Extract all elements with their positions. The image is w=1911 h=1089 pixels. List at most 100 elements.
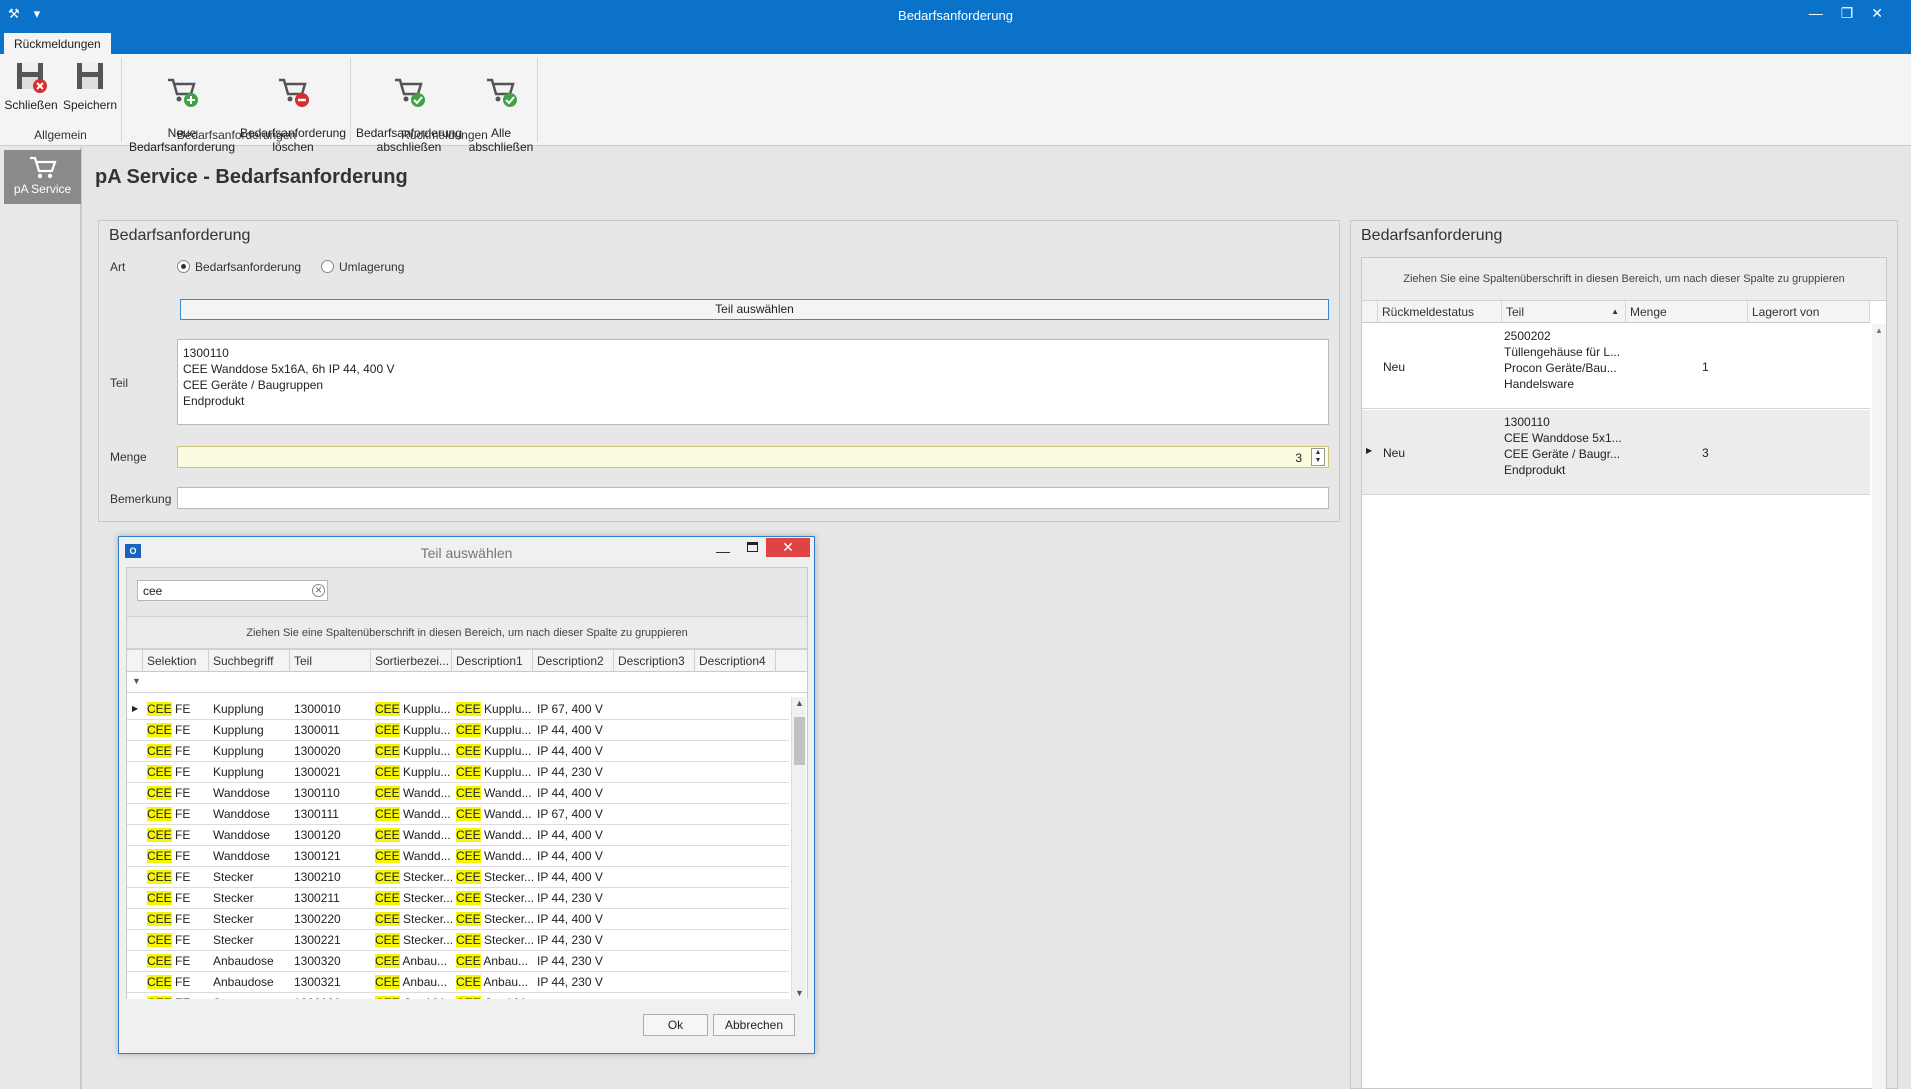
table-row[interactable]: CEE FE Anbaudose 1300320 CEE Anbau... CEE An… xyxy=(127,951,789,972)
search-highlight: CEE xyxy=(375,849,400,863)
scroll-down-icon[interactable]: ▼ xyxy=(795,988,804,998)
minimize-icon[interactable]: — xyxy=(716,543,730,559)
search-highlight: CEE xyxy=(456,765,481,779)
table-row[interactable]: CEE FE Wanddose 1300110 CEE Wandd... CEE Wan… xyxy=(127,783,789,804)
radio-bedarfsanforderung[interactable] xyxy=(177,260,190,273)
search-input[interactable]: cee ✕ xyxy=(137,580,328,601)
filter-row[interactable]: ▼ xyxy=(127,673,807,693)
vertical-scrollbar[interactable]: ▲ xyxy=(1872,324,1886,1089)
table-cell: CEE Kupplu... xyxy=(375,702,451,716)
panel-title: Bedarfsanforderung xyxy=(109,227,251,244)
table-row[interactable]: Neu 2500202 Tüllengehäuse für L... Proco… xyxy=(1362,324,1870,409)
column-header[interactable]: Description2 xyxy=(533,650,614,672)
table-row[interactable]: CEE FE Set 1330000 CEE-Set 16A CEE-Set 16A xyxy=(127,993,789,999)
table-cell: CEE FE xyxy=(147,723,191,737)
row-indicator-header xyxy=(1362,301,1378,323)
table-cell: CEE Wandd... xyxy=(375,828,451,842)
scroll-up-icon[interactable]: ▲ xyxy=(795,698,804,708)
table-cell: CEE FE xyxy=(147,849,191,863)
search-highlight: CEE xyxy=(375,828,400,842)
table-cell: CEE FE xyxy=(147,891,191,905)
table-cell: CEE FE xyxy=(147,786,191,800)
ribbon: Schließen Speichern Allgemein Neue Bedar… xyxy=(0,54,1911,154)
column-header[interactable]: Description3 xyxy=(614,650,695,672)
radio-bedarfsanforderung-label: Bedarfsanforderung xyxy=(195,260,302,274)
table-cell: 1300211 xyxy=(294,891,340,905)
search-highlight: CEE xyxy=(456,849,481,863)
column-header[interactable]: Teil ▲ xyxy=(1502,301,1626,323)
scroll-up-icon[interactable]: ▲ xyxy=(1875,326,1883,335)
table-cell: CEE FE xyxy=(147,828,191,842)
table-row[interactable]: CEE FE Kupplung 1300021 CEE Kupplu... CEE Ku… xyxy=(127,762,789,783)
table-cell: IP 44, 230 V xyxy=(537,975,603,989)
spinner-arrows-icon[interactable]: ▲ ▼ xyxy=(1311,448,1325,466)
close-icon[interactable]: ✕ xyxy=(766,538,810,557)
table-row[interactable]: CEE FE Stecker 1300210 CEE Stecker... CEE St… xyxy=(127,867,789,888)
table-cell: IP 44, 230 V xyxy=(537,954,603,968)
column-header[interactable]: Rückmeldestatus xyxy=(1378,301,1502,323)
nav-item-pa-service[interactable]: pA Service xyxy=(4,150,81,204)
table-cell: IP 44, 400 V xyxy=(537,744,603,758)
column-header[interactable]: Suchbegriff xyxy=(209,650,290,672)
table-row[interactable]: CEE FE Anbaudose 1300321 CEE Anbau... CEE An… xyxy=(127,972,789,993)
table-cell: 1300121 xyxy=(294,849,341,863)
table-row[interactable]: CEE FE Stecker 1300220 CEE Stecker... CEE St… xyxy=(127,909,789,930)
column-header[interactable]: Description4 xyxy=(695,650,776,672)
ribbon-group-rueckmeldungen: Bedarfsanforderung abschließen Alle absc… xyxy=(352,58,538,154)
select-part-button[interactable]: Teil auswählen xyxy=(180,299,1329,320)
tab-rueckmeldungen[interactable]: Rückmeldungen xyxy=(4,33,111,54)
table-cell: CEE Stecker... xyxy=(456,933,533,947)
search-highlight: CEE xyxy=(147,723,172,737)
scroll-thumb[interactable] xyxy=(794,717,805,765)
vertical-scrollbar[interactable]: ▲ ▼ xyxy=(791,697,806,999)
column-header[interactable]: Lagerort von xyxy=(1748,301,1870,323)
close-button[interactable]: Schließen xyxy=(4,60,58,112)
table-row[interactable]: ▶ Neu 1300110 CEE Wanddose 5x1... CEE Ge… xyxy=(1362,410,1870,495)
table-row[interactable]: CEE FE Wanddose 1300111 CEE Wandd... CEE Wan… xyxy=(127,804,789,825)
row-indicator-header xyxy=(127,650,143,672)
table-row[interactable]: CEE FE Wanddose 1300120 CEE Wandd... CEE Wan… xyxy=(127,825,789,846)
search-highlight: CEE xyxy=(147,975,172,989)
column-header[interactable]: Teil xyxy=(290,650,371,672)
table-row[interactable]: CEE FE Stecker 1300211 CEE Stecker... CEE St… xyxy=(127,888,789,909)
ok-button[interactable]: Ok xyxy=(643,1014,708,1036)
column-header[interactable]: Selektion xyxy=(143,650,209,672)
clear-search-icon[interactable]: ✕ xyxy=(312,584,325,597)
search-highlight: CEE xyxy=(375,954,400,968)
search-highlight: CEE xyxy=(375,702,400,716)
search-highlight: CEE xyxy=(375,996,400,999)
table-row[interactable]: CEE FE Kupplung 1300020 CEE Kupplu... CEE Ku… xyxy=(127,741,789,762)
column-header[interactable]: Description1 xyxy=(452,650,533,672)
menge-stepper[interactable]: 3 ▲ ▼ xyxy=(177,446,1329,468)
current-row-icon: ▶ xyxy=(1366,446,1373,455)
search-highlight: CEE xyxy=(456,807,481,821)
table-cell: IP 67, 400 V xyxy=(537,807,603,821)
table-cell: CEE Kupplu... xyxy=(456,702,532,716)
column-header[interactable]: Sortierbezei... xyxy=(371,650,452,672)
table-cell: CEE Wandd... xyxy=(456,849,532,863)
column-header[interactable]: Menge xyxy=(1626,301,1748,323)
table-cell: CEE Anbau... xyxy=(456,954,529,968)
search-highlight: CEE xyxy=(147,786,172,800)
maximize-icon[interactable] xyxy=(747,542,758,552)
search-highlight: CEE xyxy=(456,954,481,968)
table-row[interactable]: ▶ CEE FE Kupplung 1300010 CEE Kupplu... CEE K… xyxy=(127,699,789,720)
search-highlight: CEE xyxy=(147,807,172,821)
table-row[interactable]: CEE FE Wanddose 1300121 CEE Wandd... CEE Wan… xyxy=(127,846,789,867)
table-cell: CEE Kupplu... xyxy=(456,723,532,737)
table-cell: 1300210 xyxy=(294,870,341,884)
save-button[interactable]: Speichern xyxy=(62,60,118,112)
teil-field[interactable]: 1300110 CEE Wanddose 5x16A, 6h IP 44, 40… xyxy=(177,339,1329,425)
window-controls[interactable]: —❐✕ xyxy=(1809,5,1901,22)
table-cell: CEE Stecker... xyxy=(375,870,452,884)
table-row[interactable]: CEE FE Kupplung 1300011 CEE Kupplu... CEE Ku… xyxy=(127,720,789,741)
search-highlight: CEE xyxy=(375,975,400,989)
search-highlight: CEE xyxy=(456,723,481,737)
table-cell: CEE Kupplu... xyxy=(375,723,451,737)
table-cell: IP 67, 400 V xyxy=(537,702,603,716)
bemerkung-field[interactable] xyxy=(177,487,1329,509)
cart-check-all-icon xyxy=(487,78,517,107)
radio-umlagerung[interactable] xyxy=(321,260,334,273)
table-row[interactable]: CEE FE Stecker 1300221 CEE Stecker... CEE St… xyxy=(127,930,789,951)
cancel-button[interactable]: Abbrechen xyxy=(713,1014,795,1036)
